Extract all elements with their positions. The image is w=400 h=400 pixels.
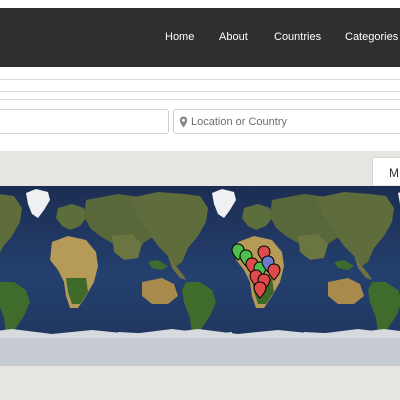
location-input[interactable] <box>191 113 400 130</box>
nav-categories-link[interactable]: Categories <box>345 31 398 43</box>
page-top-band <box>0 0 400 8</box>
nav-countries-link[interactable]: Countries <box>274 31 321 43</box>
map-view-tab[interactable]: M <box>372 157 400 185</box>
top-navbar: Home About Countries Categories <box>0 8 400 67</box>
world-map[interactable] <box>0 186 400 366</box>
nav-about-link[interactable]: About <box>219 31 248 43</box>
filter-bar[interactable] <box>0 79 400 92</box>
map-marker-icon <box>179 116 188 128</box>
filter-bar-divider <box>0 94 400 100</box>
location-search-field[interactable] <box>173 109 400 134</box>
nav-home-link[interactable]: Home <box>165 31 194 43</box>
keyword-search-field[interactable] <box>0 109 169 134</box>
page-bottom-area <box>0 366 400 400</box>
world-map-image <box>0 186 400 366</box>
